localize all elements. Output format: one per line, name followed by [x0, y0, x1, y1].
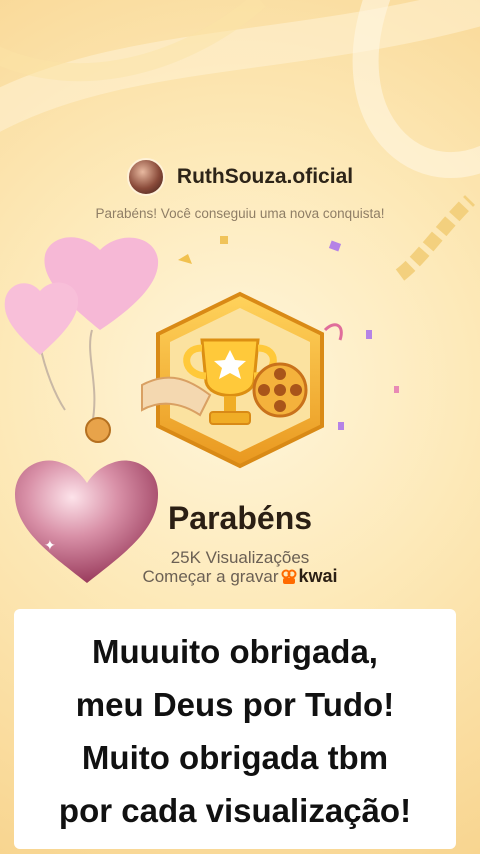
film-reel-icon	[252, 362, 308, 418]
caption-card: Muuuito obrigada, meu Deus por Tudo! Mui…	[14, 609, 456, 849]
caption-text: Muuuito obrigada, meu Deus por Tudo! Mui…	[14, 625, 456, 837]
profile-header: RuthSouza.oficial	[0, 158, 480, 196]
caption-line: Muuuito obrigada,	[92, 633, 378, 670]
record-watermark[interactable]: Começar a gravar kwai	[0, 566, 480, 587]
achievement-subtitle: Parabéns! Você conseguiu uma nova conqui…	[95, 206, 385, 221]
username[interactable]: RuthSouza.oficial	[177, 165, 353, 189]
achievement-title: Parabéns	[167, 500, 313, 536]
caption-line: Muito obrigada tbm	[81, 739, 389, 776]
record-label: Começar a gravar	[142, 566, 279, 586]
trophy-badge	[141, 291, 324, 469]
avatar[interactable]	[126, 158, 165, 196]
kwai-logo-icon	[281, 569, 297, 584]
views-count: 25K Visualizações	[170, 548, 310, 567]
caption-line: meu Deus por Tudo!	[75, 686, 395, 723]
caption-line: por cada visualização!	[58, 792, 412, 829]
kwai-brand: kwai	[298, 566, 338, 586]
